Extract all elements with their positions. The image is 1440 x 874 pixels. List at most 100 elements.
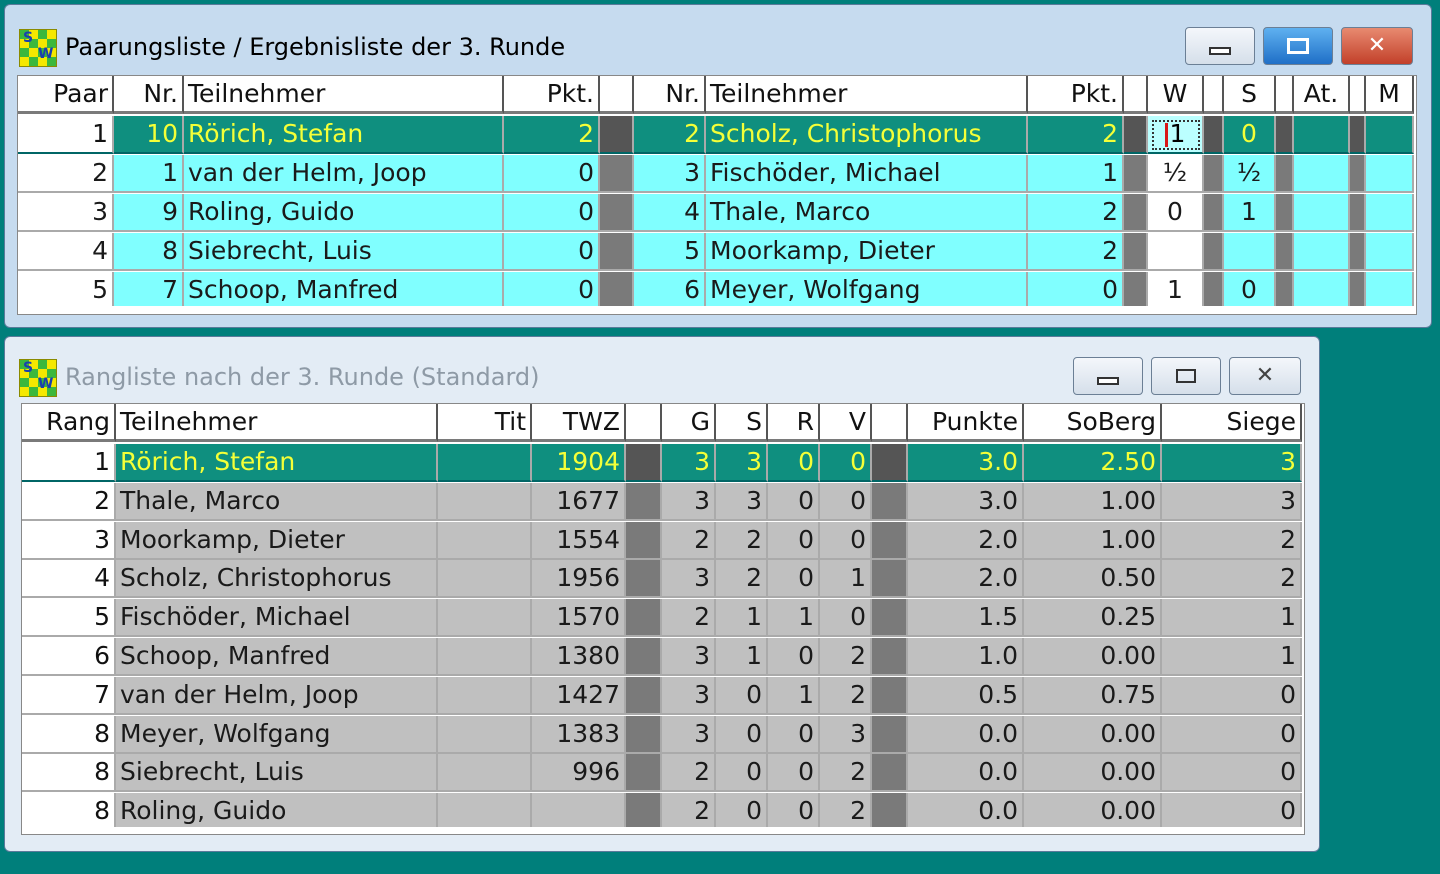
pairing-titlebar[interactable]: S W Paarungsliste / Ergebnisliste der 3.… <box>15 25 1421 73</box>
ranking-row[interactable]: 8 Meyer, Wolfgang 1383 3 0 0 3 0.0 0.00 0 <box>22 715 1302 754</box>
col-header-teilnehmer[interactable]: Teilnehmer <box>184 76 504 114</box>
m-cell[interactable] <box>1366 116 1414 154</box>
m-cell[interactable] <box>1366 233 1414 271</box>
title-cell <box>438 444 532 482</box>
col-header-r[interactable]: R <box>768 404 820 442</box>
white-player[interactable]: Schoop, Manfred <box>184 272 504 306</box>
ranking-row[interactable]: 3 Moorkamp, Dieter 1554 2 2 0 0 2.0 1.00 2 <box>22 521 1302 560</box>
col-header-soberg[interactable]: SoBerg <box>1024 404 1162 442</box>
pairing-row[interactable]: 2 1 van der Helm, Joop 0 3 Fischöder, Mi… <box>18 155 1414 193</box>
window-title: Rangliste nach der 3. Runde (Standard) <box>65 363 540 391</box>
col-header-siege[interactable]: Siege <box>1162 404 1302 442</box>
col-header-twz[interactable]: TWZ <box>532 404 626 442</box>
result-white-input[interactable]: 1 <box>1148 116 1204 154</box>
at-cell[interactable] <box>1294 194 1350 232</box>
header-row: Rang Teilnehmer Tit TWZ G S R V Punkte S… <box>22 404 1302 442</box>
ranking-row[interactable]: 5 Fischöder, Michael 1570 2 1 1 0 1.5 0.25 1 <box>22 599 1302 638</box>
player-name[interactable]: Meyer, Wolfgang <box>116 715 438 754</box>
col-header-teilnehmer2[interactable]: Teilnehmer <box>706 76 1028 114</box>
pairing-row[interactable]: 5 7 Schoop, Manfred 0 6 Meyer, Wolfgang … <box>18 272 1414 306</box>
ranking-row[interactable]: 4 Scholz, Christophorus 1956 3 2 0 1 2.0 0.50 2 <box>22 560 1302 599</box>
col-header-v[interactable]: V <box>820 404 872 442</box>
black-player[interactable]: Fischöder, Michael <box>706 155 1028 193</box>
col-header-pkt[interactable]: Pkt. <box>504 76 600 114</box>
black-player[interactable]: Thale, Marco <box>706 194 1028 232</box>
black-player[interactable]: Meyer, Wolfgang <box>706 272 1028 306</box>
result-black[interactable]: 0 <box>1224 116 1276 154</box>
minimize-button[interactable] <box>1073 357 1143 395</box>
player-name[interactable]: Moorkamp, Dieter <box>116 521 438 560</box>
ranking-titlebar[interactable]: S W Rangliste nach der 3. Runde (Standar… <box>15 355 1309 403</box>
games: 3 <box>662 560 716 599</box>
player-name[interactable]: Fischöder, Michael <box>116 599 438 638</box>
losses: 0 <box>820 444 872 482</box>
result-white[interactable] <box>1148 233 1204 271</box>
maximize-button[interactable] <box>1151 357 1221 395</box>
player-name[interactable]: van der Helm, Joop <box>116 676 438 715</box>
result-black[interactable]: 1 <box>1224 194 1276 232</box>
player-name[interactable]: Thale, Marco <box>116 482 438 521</box>
maximize-button[interactable] <box>1263 27 1333 65</box>
games: 3 <box>662 482 716 521</box>
col-header-rang[interactable]: Rang <box>22 404 116 442</box>
col-header-at[interactable]: At. <box>1294 76 1350 114</box>
white-player[interactable]: van der Helm, Joop <box>184 155 504 193</box>
player-name[interactable]: Schoop, Manfred <box>116 638 438 676</box>
ranking-row[interactable]: 7 van der Helm, Joop 1427 3 0 1 2 0.5 0.75 0 <box>22 676 1302 715</box>
player-name[interactable]: Siebrecht, Luis <box>116 754 438 793</box>
col-header-nr[interactable]: Nr. <box>114 76 184 114</box>
col-header-nr2[interactable]: Nr. <box>634 76 706 114</box>
result-white[interactable]: 1 <box>1148 272 1204 306</box>
ranking-row[interactable]: 6 Schoop, Manfred 1380 3 1 0 2 1.0 0.00 1 <box>22 638 1302 676</box>
close-icon: ✕ <box>1255 363 1275 388</box>
m-cell[interactable] <box>1366 155 1414 193</box>
result-black[interactable]: 0 <box>1224 272 1276 306</box>
col-header-w[interactable]: W <box>1148 76 1204 114</box>
row-separator <box>1124 272 1148 306</box>
at-cell[interactable] <box>1294 272 1350 306</box>
col-header-paar[interactable]: Paar <box>18 76 114 114</box>
row-separator <box>872 521 908 560</box>
ranking-grid[interactable]: Rang Teilnehmer Tit TWZ G S R V Punkte S… <box>21 403 1305 835</box>
white-player[interactable]: Roling, Guido <box>184 194 504 232</box>
col-header-tit[interactable]: Tit <box>438 404 532 442</box>
player-name[interactable]: Roling, Guido <box>116 793 438 828</box>
row-separator <box>1276 272 1294 306</box>
at-cell[interactable] <box>1294 155 1350 193</box>
col-header-m[interactable]: M <box>1366 76 1414 114</box>
row-separator <box>872 482 908 521</box>
ranking-row[interactable]: 8 Siebrecht, Luis 996 2 0 0 2 0.0 0.00 0 <box>22 754 1302 793</box>
result-black[interactable]: ½ <box>1224 155 1276 193</box>
minimize-button[interactable] <box>1185 27 1255 65</box>
pair-number: 4 <box>18 233 114 271</box>
pairing-row[interactable]: 3 9 Roling, Guido 0 4 Thale, Marco 2 0 1 <box>18 194 1414 232</box>
black-player[interactable]: Scholz, Christophorus <box>706 116 1028 154</box>
black-nr: 6 <box>634 272 706 306</box>
result-white[interactable]: 0 <box>1148 194 1204 232</box>
col-header-g[interactable]: G <box>662 404 716 442</box>
col-header-teilnehmer[interactable]: Teilnehmer <box>116 404 438 442</box>
close-button[interactable]: ✕ <box>1229 357 1301 395</box>
ranking-row[interactable]: 2 Thale, Marco 1677 3 3 0 0 3.0 1.00 3 <box>22 482 1302 521</box>
result-black[interactable] <box>1224 233 1276 271</box>
col-header-s[interactable]: S <box>1224 76 1276 114</box>
ranking-row[interactable]: 8 Roling, Guido 2 0 0 2 0.0 0.00 0 <box>22 793 1302 828</box>
pairing-row[interactable]: 1 10 Rörich, Stefan 2 2 Scholz, Christop… <box>18 116 1414 154</box>
black-player[interactable]: Moorkamp, Dieter <box>706 233 1028 271</box>
white-player[interactable]: Rörich, Stefan <box>184 116 504 154</box>
at-cell[interactable] <box>1294 233 1350 271</box>
result-white[interactable]: ½ <box>1148 155 1204 193</box>
pairing-row[interactable]: 4 8 Siebrecht, Luis 0 5 Moorkamp, Dieter… <box>18 233 1414 271</box>
ranking-row[interactable]: 1 Rörich, Stefan 1904 3 3 0 0 3.0 2.50 3 <box>22 444 1302 482</box>
col-header-punkte[interactable]: Punkte <box>908 404 1024 442</box>
at-cell[interactable] <box>1294 116 1350 154</box>
col-header-pkt2[interactable]: Pkt. <box>1028 76 1124 114</box>
player-name[interactable]: Scholz, Christophorus <box>116 560 438 599</box>
close-button[interactable]: ✕ <box>1341 27 1413 65</box>
pairing-grid[interactable]: Paar Nr. Teilnehmer Pkt. Nr. Teilnehmer … <box>17 75 1417 315</box>
player-name[interactable]: Rörich, Stefan <box>116 444 438 482</box>
m-cell[interactable] <box>1366 272 1414 306</box>
col-header-s[interactable]: S <box>716 404 768 442</box>
m-cell[interactable] <box>1366 194 1414 232</box>
white-player[interactable]: Siebrecht, Luis <box>184 233 504 271</box>
